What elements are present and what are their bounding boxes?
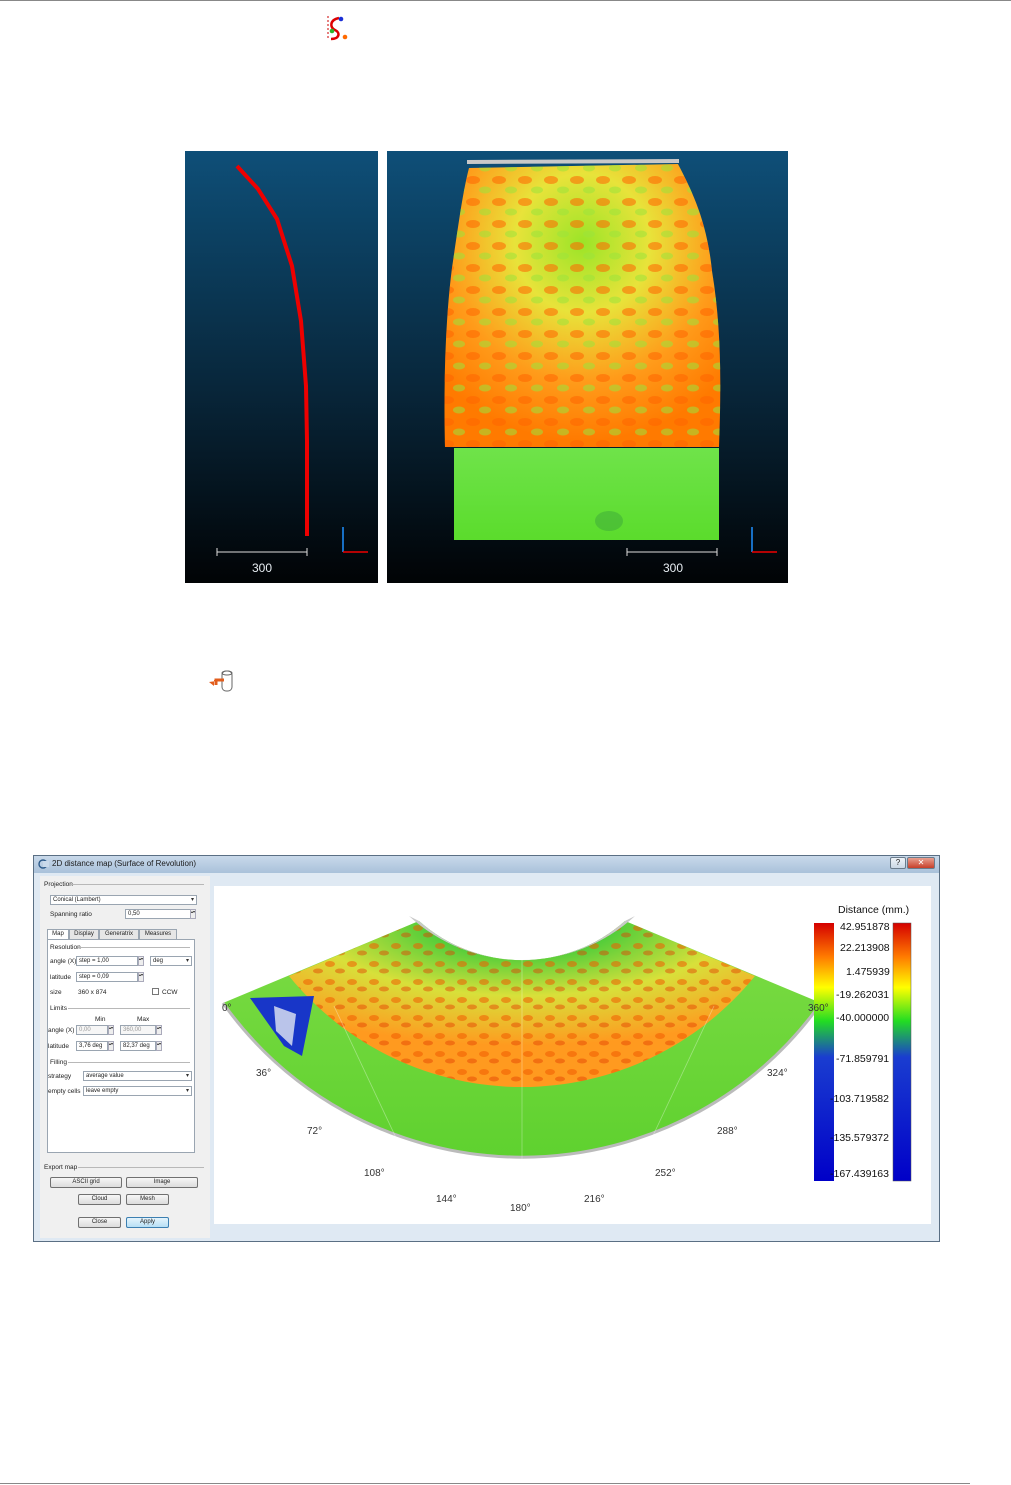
limit-latitude-label: latitude (48, 1043, 69, 1050)
filling-group-label: Filling (50, 1059, 67, 1066)
limit-latitude-max-spinner[interactable]: ▴▾ (156, 1041, 162, 1051)
limit-angle-label: angle (X) (48, 1027, 75, 1034)
settings-panel: Projection Conical (Lambert) Spanning ra… (40, 876, 210, 1238)
angle-label-36: 36° (256, 1068, 272, 1079)
projection-group-label: Projection (44, 881, 73, 888)
latitude-step-input[interactable]: step = 0,09 (76, 972, 138, 982)
group-separator (68, 1062, 190, 1063)
size-value: 360 x 874 (78, 989, 107, 996)
colorbar-tick: -19.262031 (836, 989, 890, 1001)
tab-measures[interactable]: Measures (139, 929, 177, 939)
angle-label-144: 144° (436, 1194, 457, 1205)
min-header: Min (95, 1016, 106, 1023)
tab-bar: Map Display Generatrix Measures (47, 929, 197, 939)
colorbar-tick: 1.475939 (846, 966, 890, 978)
colorbar-tick: -167.439163 (830, 1168, 889, 1180)
tab-generatrix[interactable]: Generatrix (99, 929, 139, 939)
colorbar-title: Distance (mm.) (838, 904, 910, 916)
resolution-group-label: Resolution (50, 944, 81, 951)
colorbar-tick: 22.213908 (840, 942, 890, 954)
conical-map-view: 0° 36° 72° 108° 144° 180° 216° 252° 288°… (214, 886, 931, 1224)
strategy-label: strategy (48, 1073, 72, 1080)
export-group-label: Export map (44, 1164, 78, 1171)
distance-cloud-view: 300 (387, 151, 788, 583)
latitude-step-spinner[interactable]: ▴▾ (138, 972, 144, 982)
limit-latitude-max-input[interactable]: 82,37 deg (120, 1041, 156, 1051)
tab-display[interactable]: Display (69, 929, 99, 939)
ccw-label: CCW (162, 989, 178, 996)
limit-angle-min-spinner[interactable]: ▴▾ (108, 1025, 114, 1035)
colorbar-tick: -103.719582 (830, 1093, 889, 1105)
limits-group-label: Limits (50, 1005, 67, 1012)
angle-label-360: 360° (808, 1003, 829, 1014)
colorbar-tick: -71.859791 (836, 1053, 890, 1065)
ascii-grid-button[interactable]: ASCII grid (50, 1177, 122, 1188)
angle-label-180: 180° (510, 1203, 531, 1214)
cloud-button[interactable]: Cloud (78, 1194, 121, 1205)
limit-angle-max-spinner[interactable]: ▴▾ (156, 1025, 162, 1035)
spanning-ratio-label: Spanning ratio (50, 911, 92, 918)
angle-label: angle (X) (50, 958, 77, 965)
bottom-rule (0, 1483, 970, 1484)
apply-button[interactable]: Apply (126, 1217, 169, 1228)
angle-label-252: 252° (655, 1168, 676, 1179)
distance-map-icon (209, 670, 233, 692)
limit-angle-min-input[interactable]: 0,00 (76, 1025, 108, 1035)
angle-label-288: 288° (717, 1126, 738, 1137)
strategy-select[interactable]: average value (83, 1071, 192, 1081)
size-label: size (50, 989, 62, 996)
limit-latitude-min-input[interactable]: 3,76 deg (76, 1041, 108, 1051)
tab-map[interactable]: Map (47, 929, 69, 939)
group-separator (68, 1008, 190, 1009)
colorbar-tick: -135.579372 (830, 1132, 889, 1144)
generatrix-view: 300 (185, 151, 378, 583)
scale-label: 300 (663, 561, 684, 575)
mesh-button[interactable]: Mesh (126, 1194, 169, 1205)
distance-map-dialog: 2D distance map (Surface of Revolution) … (33, 855, 940, 1242)
image-button[interactable]: Image (126, 1177, 198, 1188)
help-button[interactable]: ? (890, 857, 906, 869)
angle-label-324: 324° (767, 1068, 788, 1079)
angle-label-0: 0° (222, 1003, 232, 1014)
close-window-button[interactable]: ✕ (907, 857, 935, 869)
ccw-checkbox[interactable] (152, 988, 159, 995)
title-bar: 2D distance map (Surface of Revolution) … (34, 856, 939, 873)
empty-cells-label: empty cells (48, 1088, 81, 1095)
colorbar-tick: -40.000000 (836, 1012, 890, 1024)
close-button[interactable]: Close (78, 1217, 121, 1228)
spanning-ratio-input[interactable]: 0,50 (125, 909, 191, 919)
angle-label-72: 72° (307, 1126, 323, 1137)
limit-angle-max-input[interactable]: 360,00 (120, 1025, 156, 1035)
window-title: 2D distance map (Surface of Revolution) (52, 859, 197, 868)
max-header: Max (137, 1016, 150, 1023)
group-separator (70, 884, 204, 885)
angle-step-spinner[interactable]: ▴▾ (138, 956, 144, 966)
surface-of-revolution-icon (327, 16, 348, 41)
angle-label-108: 108° (364, 1168, 385, 1179)
angle-label-216: 216° (584, 1194, 605, 1205)
angle-step-input[interactable]: step = 1,00 (76, 956, 138, 966)
app-icon (38, 859, 49, 869)
spanning-ratio-spinner[interactable]: ▴▾ (190, 909, 196, 919)
projection-select[interactable]: Conical (Lambert) (50, 895, 197, 905)
conical-map (221, 886, 912, 1206)
colorbar-tick: 42.951878 (840, 921, 890, 933)
empty-cells-select[interactable]: leave empty (83, 1086, 192, 1096)
top-rule (0, 0, 1011, 1)
scale-label: 300 (252, 561, 273, 575)
latitude-label: latitude (50, 974, 71, 981)
angle-unit-select[interactable]: deg (150, 956, 192, 966)
limit-latitude-min-spinner[interactable]: ▴▾ (108, 1041, 114, 1051)
group-separator (78, 947, 190, 948)
group-separator (78, 1167, 204, 1168)
